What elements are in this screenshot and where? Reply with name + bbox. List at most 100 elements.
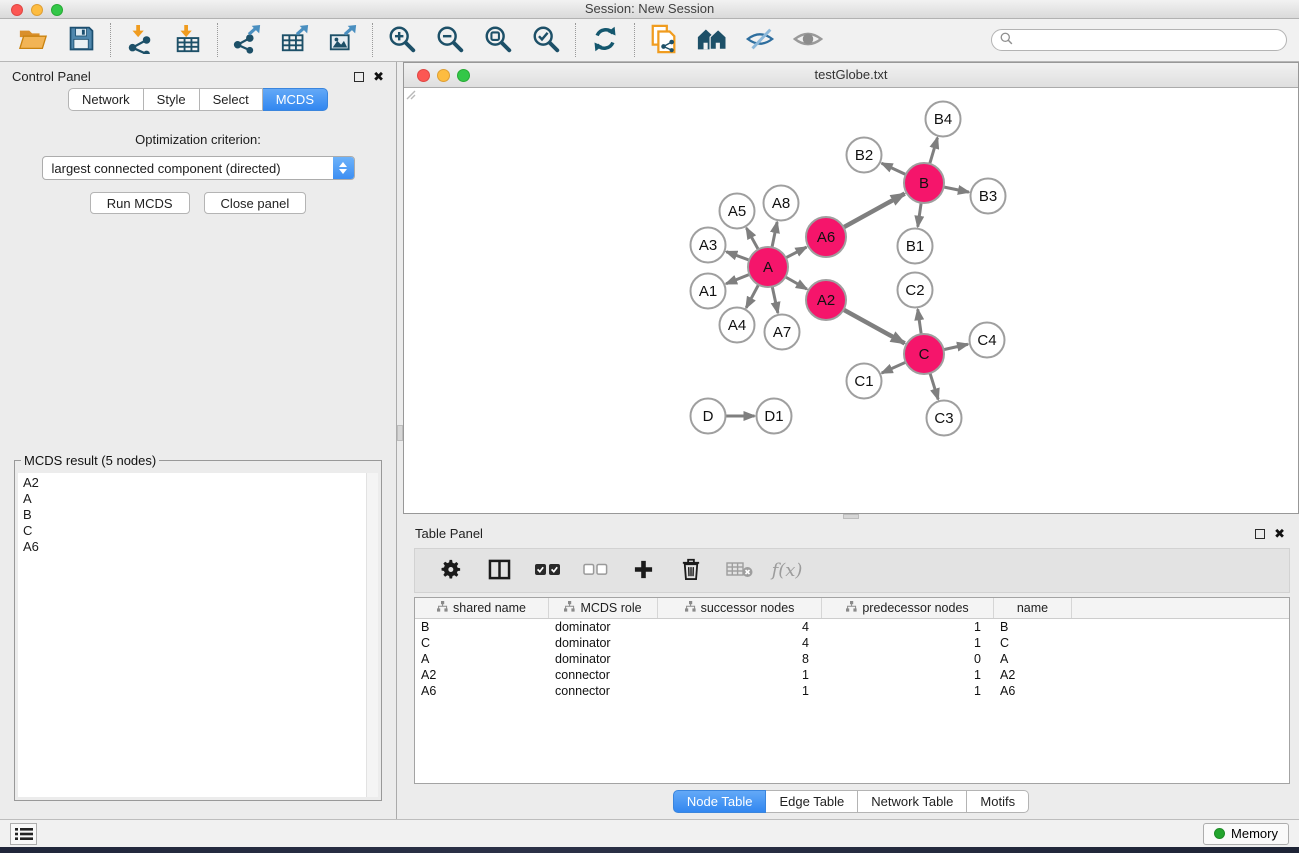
refresh-layout-button[interactable] bbox=[584, 21, 626, 59]
cell-MCDS-role: dominator bbox=[549, 652, 658, 666]
export-image-button[interactable] bbox=[322, 21, 364, 59]
shared-column-icon bbox=[685, 601, 696, 615]
control-panel-title: Control Panel bbox=[12, 69, 91, 84]
export-network-button[interactable] bbox=[226, 21, 268, 59]
zoom-in-button[interactable] bbox=[381, 21, 423, 59]
network-close-button[interactable] bbox=[417, 69, 430, 82]
select-all-checks-button[interactable] bbox=[523, 552, 571, 590]
network-minimize-button[interactable] bbox=[437, 69, 450, 82]
task-history-button[interactable] bbox=[10, 823, 37, 845]
show-column-button[interactable] bbox=[475, 552, 523, 590]
open-session-button[interactable] bbox=[12, 21, 54, 59]
tab-node-table[interactable]: Node Table bbox=[673, 790, 767, 813]
table-row[interactable]: A6connector11A6 bbox=[415, 683, 1289, 699]
tab-network-table[interactable]: Network Table bbox=[858, 790, 967, 813]
add-row-plus-button[interactable] bbox=[619, 552, 667, 590]
memory-button[interactable]: Memory bbox=[1203, 823, 1289, 845]
shared-column-icon bbox=[846, 601, 857, 615]
window-controls[interactable] bbox=[11, 4, 63, 16]
network-canvas[interactable]: B4B2BB3A8A5A6B1A3AA1C2A2A4A7C4CC1C3DD1 bbox=[404, 88, 1298, 513]
graph-node-label: A6 bbox=[817, 229, 835, 246]
close-panel-button[interactable]: Close panel bbox=[204, 192, 307, 214]
tab-network[interactable]: Network bbox=[68, 88, 144, 111]
zoom-fit-button[interactable] bbox=[477, 21, 519, 59]
cell-successor-nodes: 4 bbox=[658, 636, 822, 650]
column-header-successor-nodes[interactable]: successor nodes bbox=[658, 598, 822, 618]
column-header-predecessor-nodes[interactable]: predecessor nodes bbox=[822, 598, 994, 618]
graph-node-label: A2 bbox=[817, 292, 835, 309]
dropdown-stepper-icon[interactable] bbox=[333, 156, 354, 180]
cell-predecessor-nodes: 1 bbox=[822, 620, 994, 634]
deselect-all-checks-button[interactable] bbox=[571, 552, 619, 590]
cell-predecessor-nodes: 1 bbox=[822, 684, 994, 698]
export-table-button[interactable] bbox=[274, 21, 316, 59]
graph-node-label: B3 bbox=[979, 188, 997, 205]
table-row[interactable]: Bdominator41B bbox=[415, 619, 1289, 635]
cell-successor-nodes: 4 bbox=[658, 620, 822, 634]
zoom-in-icon bbox=[387, 24, 417, 57]
tab-motifs[interactable]: Motifs bbox=[967, 790, 1029, 813]
save-session-button[interactable] bbox=[60, 21, 102, 59]
shared-column-icon bbox=[437, 601, 448, 615]
tab-edge-table[interactable]: Edge Table bbox=[766, 790, 858, 813]
minimize-window-button[interactable] bbox=[31, 4, 43, 16]
network-window-titlebar[interactable]: testGlobe.txt bbox=[404, 63, 1298, 88]
column-header-name[interactable]: name bbox=[994, 598, 1072, 618]
optimization-dropdown[interactable]: largest connected component (directed) bbox=[42, 156, 355, 180]
mcds-result-list[interactable]: A2ABCA6 bbox=[18, 473, 378, 797]
search-box[interactable] bbox=[991, 29, 1287, 51]
tab-style[interactable]: Style bbox=[144, 88, 200, 111]
tab-select[interactable]: Select bbox=[200, 88, 263, 111]
column-header-MCDS-role[interactable]: MCDS role bbox=[549, 598, 658, 618]
resize-grip-icon[interactable] bbox=[404, 88, 416, 100]
result-item[interactable]: A bbox=[23, 491, 373, 507]
close-window-button[interactable] bbox=[11, 4, 23, 16]
network-view-window: testGlobe.txt B4B2BB3A8A5A6B1A3AA1C2A2A4… bbox=[403, 62, 1299, 514]
float-panel-icon[interactable] bbox=[1255, 529, 1265, 539]
maximize-window-button[interactable] bbox=[51, 4, 63, 16]
hide-selected-button[interactable] bbox=[739, 21, 781, 59]
table-settings-gear-button[interactable] bbox=[427, 552, 475, 590]
show-all-icon bbox=[793, 28, 823, 53]
search-input[interactable] bbox=[1018, 33, 1278, 47]
result-item[interactable]: A2 bbox=[23, 475, 373, 491]
graph-node-label: C4 bbox=[977, 332, 996, 349]
run-mcds-button[interactable]: Run MCDS bbox=[90, 192, 190, 214]
table-row[interactable]: A2connector11A2 bbox=[415, 667, 1289, 683]
cell-name: A bbox=[994, 652, 1072, 666]
delete-row-trash-button[interactable] bbox=[667, 552, 715, 590]
table-row[interactable]: Cdominator41C bbox=[415, 635, 1289, 651]
import-network-icon bbox=[125, 24, 155, 57]
import-table-button[interactable] bbox=[167, 21, 209, 59]
graph-node-label: A3 bbox=[699, 237, 717, 254]
float-panel-icon[interactable] bbox=[354, 72, 364, 82]
delete-table-icon bbox=[726, 560, 753, 581]
result-item[interactable]: A6 bbox=[23, 539, 373, 555]
zoom-selected-button[interactable] bbox=[525, 21, 567, 59]
import-table-icon bbox=[173, 24, 203, 57]
tab-mcds[interactable]: MCDS bbox=[263, 88, 328, 111]
table-row[interactable]: Adominator80A bbox=[415, 651, 1289, 667]
zoom-out-button[interactable] bbox=[429, 21, 471, 59]
network-maximize-button[interactable] bbox=[457, 69, 470, 82]
control-panel: Control Panel ✖ NetworkStyleSelectMCDS O… bbox=[0, 62, 397, 819]
result-item[interactable]: C bbox=[23, 523, 373, 539]
close-panel-icon[interactable]: ✖ bbox=[1274, 529, 1285, 539]
import-network-button[interactable] bbox=[119, 21, 161, 59]
graph-node-label: D bbox=[703, 408, 714, 425]
result-item[interactable]: B bbox=[23, 507, 373, 523]
column-header-shared-name[interactable]: shared name bbox=[415, 598, 549, 618]
network-from-selection-button[interactable] bbox=[643, 21, 685, 59]
export-network-icon bbox=[232, 24, 262, 57]
close-panel-icon[interactable]: ✖ bbox=[373, 72, 384, 82]
graph-node-label: B bbox=[919, 175, 929, 192]
mcds-result-box: MCDS result (5 nodes) A2ABCA6 bbox=[14, 453, 382, 801]
show-all-button[interactable] bbox=[787, 21, 829, 59]
result-scrollbar[interactable] bbox=[366, 473, 378, 797]
shared-column-icon bbox=[564, 601, 575, 615]
session-title: Session: New Session bbox=[0, 0, 1299, 18]
divider-grip[interactable] bbox=[843, 514, 859, 519]
first-neighbors-button[interactable] bbox=[691, 21, 733, 59]
node-table[interactable]: shared name MCDS role successor nodes pr… bbox=[414, 597, 1290, 784]
cell-shared-name: B bbox=[415, 620, 549, 634]
